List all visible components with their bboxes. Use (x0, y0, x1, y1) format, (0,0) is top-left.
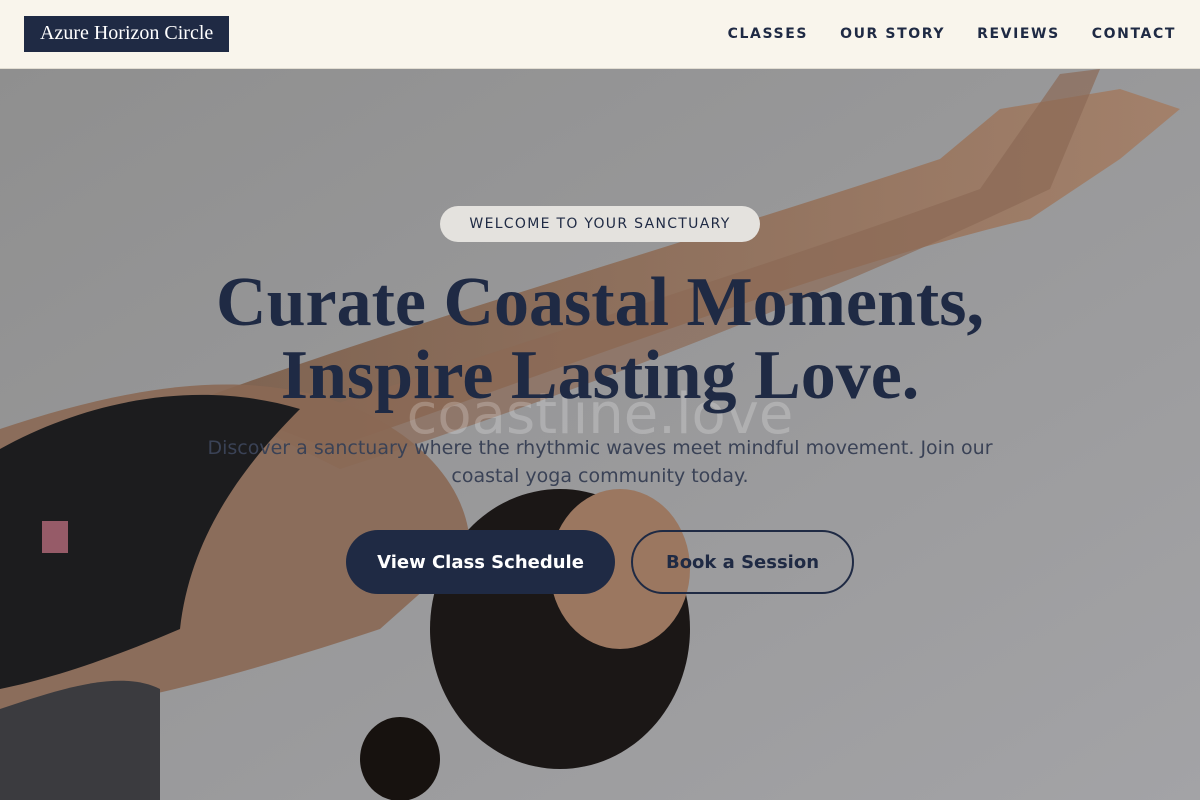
book-session-button[interactable]: Book a Session (631, 530, 854, 594)
site-header: Azure Horizon Circle CLASSES OUR STORY R… (0, 0, 1200, 69)
hero-eyebrow-badge: WELCOME TO YOUR SANCTUARY (440, 206, 760, 242)
nav-link-our-story[interactable]: OUR STORY (840, 26, 945, 42)
hero-headline: Curate Coastal Moments, Inspire Lasting … (100, 266, 1100, 412)
site-logo[interactable]: Azure Horizon Circle (24, 16, 230, 52)
main-nav: CLASSES OUR STORY REVIEWS CONTACT (728, 26, 1176, 42)
hero-headline-line-2: Inspire Lasting Love. (280, 337, 920, 414)
view-class-schedule-button[interactable]: View Class Schedule (346, 530, 615, 594)
hero-subtitle: Discover a sanctuary where the rhythmic … (207, 437, 993, 487)
nav-link-reviews[interactable]: REVIEWS (977, 26, 1060, 42)
nav-link-classes[interactable]: CLASSES (728, 26, 808, 42)
nav-link-contact[interactable]: CONTACT (1092, 26, 1176, 42)
hero-headline-line-1: Curate Coastal Moments, (216, 264, 984, 341)
